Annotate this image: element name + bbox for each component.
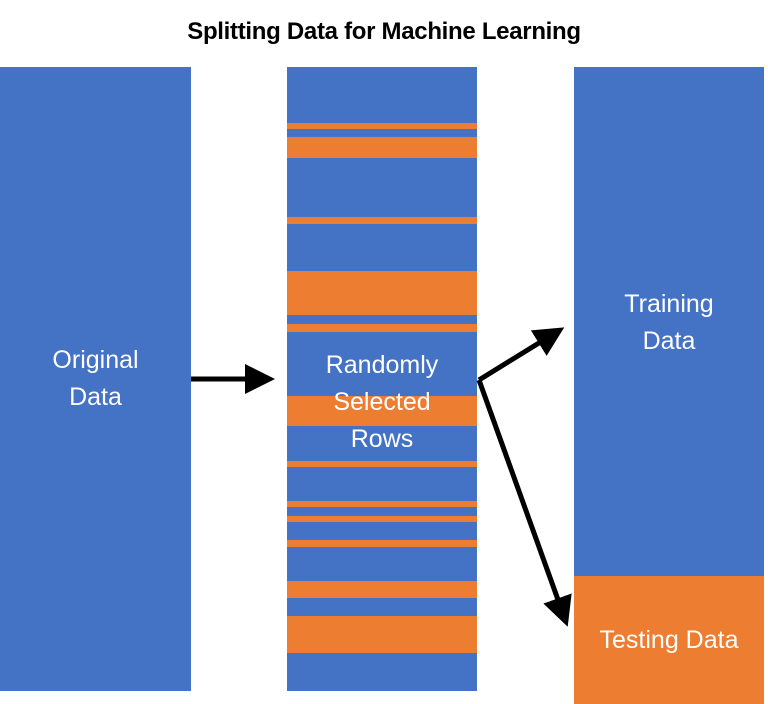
label-line: Data [69, 383, 122, 411]
selected-row-stripe [287, 616, 477, 653]
selected-row-stripe [287, 539, 477, 547]
label-line: Training [624, 290, 714, 318]
selected-row-stripe [287, 324, 477, 333]
label-line: Original [52, 346, 139, 374]
original-data-label: Original Data [0, 342, 191, 416]
selected-row-stripe [287, 460, 477, 467]
arrow-random-to-testing [476, 379, 572, 627]
selected-row-stripe [287, 216, 477, 225]
selected-row-stripe [287, 501, 477, 507]
selected-row-stripe [287, 271, 477, 315]
diagram-title: Splitting Data for Machine Learning [187, 18, 581, 45]
arrow-random-to-training [477, 327, 565, 383]
label-line: Rows [350, 425, 414, 453]
label-line: Randomly [325, 351, 439, 379]
selected-row-stripe [287, 581, 477, 599]
label-line: Testing Data [599, 626, 739, 654]
testing-data-label: Testing Data [574, 622, 764, 659]
label-line: Data [642, 327, 696, 355]
selected-row-stripe [287, 123, 477, 129]
selected-row-stripe [287, 136, 477, 159]
training-data-label: Training Data [574, 286, 764, 360]
selected-row-stripe [287, 516, 477, 522]
label-line: Selected [333, 388, 431, 416]
randomly-selected-rows-label: Randomly Selected Rows [287, 347, 477, 458]
